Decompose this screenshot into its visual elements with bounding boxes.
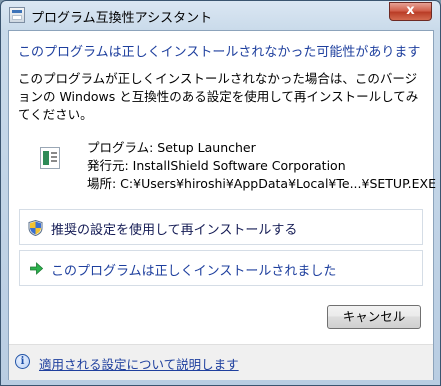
green-arrow-icon xyxy=(30,262,43,275)
close-icon: x xyxy=(406,3,415,18)
installed-correctly-label: このプログラムは正しくインストールされました xyxy=(51,264,337,279)
info-icon: i xyxy=(15,354,30,369)
program-icon xyxy=(40,147,60,169)
program-location: 場所: C:¥Users¥hiroshi¥AppData¥Local¥Te...… xyxy=(87,176,436,191)
uac-shield-icon xyxy=(28,220,43,236)
program-publisher: 発行元: InstallShield Software Corporation xyxy=(87,158,346,173)
title-bar[interactable]: プログラム互換性アシスタント x xyxy=(1,1,440,30)
installed-correctly-option[interactable]: このプログラムは正しくインストールされました xyxy=(19,250,423,286)
window-title: プログラム互換性アシスタント xyxy=(31,11,213,26)
cancel-button[interactable]: キャンセル xyxy=(327,305,421,329)
dialog-footer: i 適用される設定について説明します xyxy=(9,344,433,380)
reinstall-recommended-label: 推奨の設定を使用して再インストールする xyxy=(51,223,298,238)
program-name: プログラム: Setup Launcher xyxy=(87,140,256,155)
dialog-content: このプログラムは正しくインストールされなかった可能性があります このプログラムが… xyxy=(8,30,436,380)
program-info: プログラム: Setup Launcher 発行元: InstallShield… xyxy=(87,139,436,193)
dialog-headline: このプログラムは正しくインストールされなかった可能性があります xyxy=(18,45,421,60)
app-window-icon xyxy=(9,7,25,23)
settings-help-link[interactable]: 適用される設定について説明します xyxy=(39,354,239,373)
reinstall-recommended-option[interactable]: 推奨の設定を使用して再インストールする xyxy=(19,209,423,245)
dialog-description: このプログラムが正しくインストールされなかった場合は、このバージョンの Wind… xyxy=(18,71,419,122)
compatibility-assistant-window: プログラム互換性アシスタント x このプログラムは正しくインストールされなかった… xyxy=(0,0,441,386)
close-button[interactable]: x xyxy=(389,2,432,21)
